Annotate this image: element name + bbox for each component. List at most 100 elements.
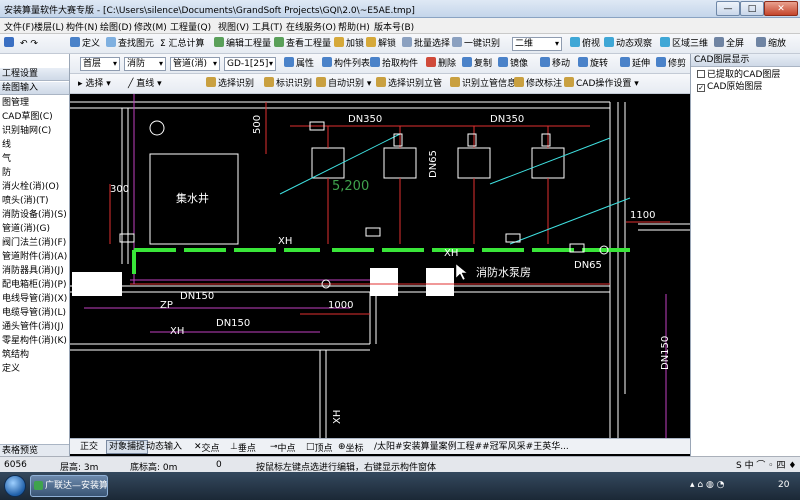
- top-view-button[interactable]: 俯视: [570, 37, 600, 51]
- undo-icon[interactable]: ↶ ↷: [20, 37, 38, 51]
- snap-midpoint[interactable]: ⊸ 中点: [270, 441, 278, 453]
- label-dn150-right: DN150: [660, 336, 671, 370]
- batch-select-button[interactable]: 批量选择: [402, 37, 450, 51]
- menu-version[interactable]: 版本号(B): [374, 20, 414, 33]
- menu-online[interactable]: 在线服务(O): [286, 20, 336, 33]
- nav-item[interactable]: 阀门法兰(消)(F): [2, 238, 66, 248]
- nav-item[interactable]: CAD草图(C): [2, 112, 53, 122]
- riser-info-button[interactable]: 识别立管信息: [450, 77, 516, 91]
- ortho-toggle[interactable]: 正交: [80, 441, 98, 453]
- region-3d-button[interactable]: 区域三维: [660, 37, 708, 51]
- snap-coordinate[interactable]: ⊕ 坐标: [338, 441, 346, 453]
- checkbox-icon[interactable]: [697, 70, 705, 78]
- nav-item[interactable]: 线: [2, 140, 11, 150]
- label-dn150-b: DN150: [216, 318, 250, 329]
- properties-button[interactable]: 属性: [284, 57, 314, 71]
- define-button[interactable]: 定义: [70, 37, 100, 51]
- type-select[interactable]: 管道(消): [170, 57, 220, 71]
- nav-item[interactable]: 配电箱柜(消)(P): [2, 280, 66, 290]
- label-dn350-left: DN350: [348, 114, 382, 125]
- nav-item[interactable]: 防: [2, 168, 11, 178]
- line-button[interactable]: ╱ 直线 ▾: [128, 77, 162, 91]
- tray-icons[interactable]: ▴ ⌂ ◍ ◔: [690, 480, 725, 490]
- snap-vertex[interactable]: □ 顶点: [306, 441, 315, 453]
- nav-item[interactable]: 定义: [2, 364, 20, 374]
- rotate-button[interactable]: 旋转: [578, 57, 608, 71]
- component-list-button[interactable]: 构件列表: [322, 57, 370, 71]
- start-button-icon[interactable]: [4, 475, 26, 497]
- pick-component-button[interactable]: 拾取构件: [370, 57, 418, 71]
- unlock-button[interactable]: 解锁: [366, 37, 396, 51]
- draw-toolbar: ▸ 选择 ▾ ╱ 直线 ▾ 选择识别 标识识别 自动识别 ▾ 选择识别立管 识别…: [70, 74, 690, 94]
- nav-item[interactable]: 喷头(消)(T): [2, 196, 49, 206]
- table-preview-tab[interactable]: 表格预览: [0, 444, 70, 456]
- menu-file[interactable]: 文件(F): [4, 20, 34, 33]
- identify-riser-button[interactable]: 选择识别立管: [376, 77, 442, 91]
- floor-select[interactable]: 首层: [80, 57, 120, 71]
- cad-drawing-canvas[interactable]: DN350 DN350 DN65 DN65 DN150 DN150 500 30…: [70, 94, 690, 438]
- select-button[interactable]: ▸ 选择 ▾: [78, 77, 111, 91]
- mirror-button[interactable]: 镜像: [498, 57, 528, 71]
- category-select[interactable]: 消防: [124, 57, 166, 71]
- new-icon[interactable]: [4, 37, 16, 51]
- component-select[interactable]: GD-1[25]: [224, 57, 276, 71]
- project-settings-tab[interactable]: 工程设置: [0, 68, 70, 81]
- dynamic-input-toggle[interactable]: 动态输入: [146, 441, 182, 453]
- fullscreen-button[interactable]: 全屏: [714, 37, 744, 51]
- select-identify-button[interactable]: 选择识别: [206, 77, 254, 91]
- menu-modify[interactable]: 修改(M): [134, 20, 167, 33]
- column-block: [370, 268, 398, 296]
- menu-help[interactable]: 帮助(H): [338, 20, 370, 33]
- menu-draw[interactable]: 绘图(D): [100, 20, 132, 33]
- taskbar-app[interactable]: 广联达—安装算...: [30, 475, 108, 497]
- minimize-button[interactable]: —: [716, 1, 740, 16]
- snap-intersection[interactable]: ✕ 交点: [194, 441, 202, 453]
- nav-item[interactable]: 管道(消)(G): [2, 224, 50, 234]
- edit-quantity-button[interactable]: 编辑工程量: [214, 37, 271, 51]
- menu-tools[interactable]: 工具(T): [252, 20, 283, 33]
- nav-item[interactable]: 筑结构: [2, 350, 29, 360]
- copy-button[interactable]: 复制: [462, 57, 492, 71]
- delete-button[interactable]: 删除: [426, 57, 456, 71]
- maximize-button[interactable]: □: [740, 1, 764, 16]
- edit-annotation-button[interactable]: 修改标注: [514, 77, 562, 91]
- orbit-button[interactable]: 动态观察: [604, 37, 652, 51]
- close-button[interactable]: ✕: [764, 1, 798, 16]
- nav-item[interactable]: 图管理: [2, 98, 29, 108]
- nav-item[interactable]: 识别轴网(C): [2, 126, 51, 136]
- layer-extracted[interactable]: 已提取的CAD图层: [697, 70, 780, 80]
- menu-component[interactable]: 构件(N): [66, 20, 98, 33]
- find-element-button[interactable]: 查找图元: [106, 37, 154, 51]
- menu-floor[interactable]: 楼层(L): [34, 20, 64, 33]
- nav-item[interactable]: 电线导管(消)(X): [2, 294, 67, 304]
- menu-view[interactable]: 视图(V): [218, 20, 249, 33]
- mark-identify-button[interactable]: 标识识别: [264, 77, 312, 91]
- ime-toolbar[interactable]: S 中 ⌒ ◦ 四 ♦ ⚙: [736, 458, 800, 470]
- auto-identify-button[interactable]: 自动识别 ▾: [316, 77, 371, 91]
- extend-button[interactable]: 延伸: [620, 57, 650, 71]
- move-button[interactable]: 移动: [540, 57, 570, 71]
- view-mode-select[interactable]: 二维: [512, 37, 562, 51]
- view-quantity-button[interactable]: 查看工程量: [274, 37, 331, 51]
- layer-original[interactable]: ✓CAD原始图层: [697, 82, 762, 92]
- nav-item[interactable]: 通头管件(消)(J): [2, 322, 64, 332]
- nav-item[interactable]: 管道附件(消)(A): [2, 252, 67, 262]
- menu-quantity[interactable]: 工程量(Q): [170, 20, 211, 33]
- snap-perpendicular[interactable]: ⊥ 垂点: [230, 441, 238, 453]
- object-snap-toggle[interactable]: 对象捕捉: [106, 440, 148, 454]
- nav-item[interactable]: 电缆导管(消)(L): [2, 308, 66, 318]
- drawing-input-tab[interactable]: 绘图输入: [0, 82, 70, 95]
- nav-item[interactable]: 消防器具(消)(J): [2, 266, 64, 276]
- summary-calc-button[interactable]: Σ 汇总计算: [160, 37, 205, 51]
- nav-item[interactable]: 零星构件(消)(K): [2, 336, 67, 346]
- nav-item[interactable]: 消火栓(消)(O): [2, 182, 59, 192]
- nav-item[interactable]: 气: [2, 154, 11, 164]
- trim-button[interactable]: 修剪: [656, 57, 686, 71]
- cad-settings-button[interactable]: CAD操作设置 ▾: [564, 77, 639, 91]
- one-click-identify-button[interactable]: 一键识别: [452, 37, 500, 51]
- nav-item[interactable]: 消防设备(消)(S): [2, 210, 67, 220]
- checkbox-checked-icon[interactable]: ✓: [697, 84, 705, 92]
- lock-button[interactable]: 加锁: [334, 37, 364, 51]
- cad-drawing[interactable]: DN350 DN350 DN65 DN65 DN150 DN150 500 30…: [70, 94, 690, 438]
- zoom-button[interactable]: 缩放: [756, 37, 786, 51]
